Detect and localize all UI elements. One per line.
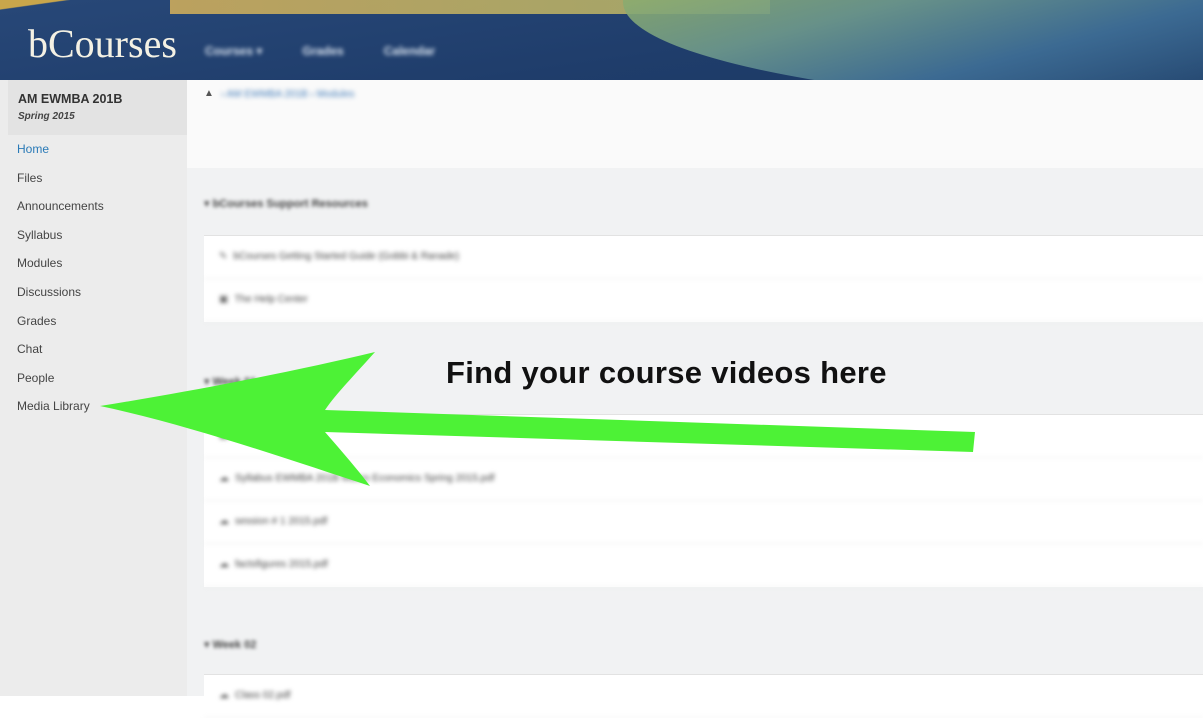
annotation-text: Find your course videos here	[446, 355, 887, 390]
course-term: Spring 2015	[18, 111, 75, 122]
cloud-icon: ☁	[219, 473, 229, 484]
sidebar-item-people[interactable]: People	[0, 369, 187, 398]
list-item[interactable]: ▣ Course Overview	[204, 415, 1203, 458]
link-icon: ✎	[219, 251, 228, 262]
sidebar-item-files[interactable]: Files	[0, 169, 187, 198]
bcourses-logo[interactable]: bCourses	[28, 22, 177, 66]
page-icon: ▣	[219, 294, 229, 305]
sidebar-item-chat[interactable]: Chat	[0, 340, 187, 369]
header-decorative-wave	[623, 0, 1203, 80]
sidebar-item-home[interactable]: Home	[0, 140, 187, 169]
list-item[interactable]: ☁ session # 1 2015.pdf	[204, 501, 1203, 544]
cloud-icon: ☁	[219, 516, 229, 527]
module-header-support[interactable]: ▾ bCourses Support Resources	[204, 197, 368, 210]
nav-grades[interactable]: Grades	[302, 44, 343, 58]
sidebar-item-modules[interactable]: Modules	[0, 254, 187, 283]
home-icon[interactable]: ▲	[204, 88, 214, 99]
sidebar-item-grades[interactable]: Grades	[0, 312, 187, 341]
nav-courses[interactable]: Courses ▾	[205, 44, 262, 58]
breadcrumb: ▲ › AM EWMBA 201B › Modules	[187, 80, 1203, 168]
module-header-week-02[interactable]: ▾ Week 02	[204, 638, 256, 651]
module-items-support: ✎ bCourses Getting Started Guide (Gobbi &…	[204, 235, 1203, 322]
page-icon: ▣	[219, 430, 229, 441]
list-item[interactable]: ☁ factsfigures 2015.pdf	[204, 544, 1203, 587]
sidebar-item-media-library[interactable]: Media Library	[0, 397, 187, 426]
item-label: Course Overview	[234, 430, 312, 441]
list-item[interactable]: ▣ The Help Center	[204, 279, 1203, 322]
sidebar-item-discussions[interactable]: Discussions	[0, 283, 187, 312]
global-header: bCourses Courses ▾ Grades Calendar	[0, 0, 1203, 80]
course-sidebar: AM EWMBA 201B Spring 2015 Home Files Ann…	[0, 80, 187, 696]
item-label: The Help Center	[234, 294, 308, 305]
course-code[interactable]: AM EWMBA 201B	[18, 92, 122, 106]
item-label: Syllabus EWMBA 201B Macro Economics Spri…	[235, 473, 495, 484]
item-label: session # 1 2015.pdf	[235, 516, 328, 527]
course-nav-list: Home Files Announcements Syllabus Module…	[0, 140, 187, 426]
module-header-week-01[interactable]: ▾ Week 01	[204, 375, 256, 388]
list-item[interactable]: ☁ Class 02.pdf	[204, 675, 1203, 718]
item-label: factsfigures 2015.pdf	[235, 559, 328, 570]
nav-calendar[interactable]: Calendar	[384, 44, 435, 58]
sidebar-item-syllabus[interactable]: Syllabus	[0, 226, 187, 255]
breadcrumb-trail[interactable]: › AM EWMBA 201B › Modules	[221, 89, 354, 100]
module-items-week-01: ▣ Course Overview ☁ Syllabus EWMBA 201B Ma…	[204, 414, 1203, 587]
course-title-box: AM EWMBA 201B Spring 2015	[8, 80, 187, 135]
list-item[interactable]: ☁ Syllabus EWMBA 201B Macro Economics Spr…	[204, 458, 1203, 501]
list-item[interactable]: ✎ bCourses Getting Started Guide (Gobbi &…	[204, 236, 1203, 279]
sidebar-item-announcements[interactable]: Announcements	[0, 197, 187, 226]
cloud-icon: ☁	[219, 559, 229, 570]
global-nav: Courses ▾ Grades Calendar	[205, 44, 435, 58]
item-label: bCourses Getting Started Guide (Gobbi & …	[233, 251, 460, 262]
module-items-week-02: ☁ Class 02.pdf	[204, 674, 1203, 718]
